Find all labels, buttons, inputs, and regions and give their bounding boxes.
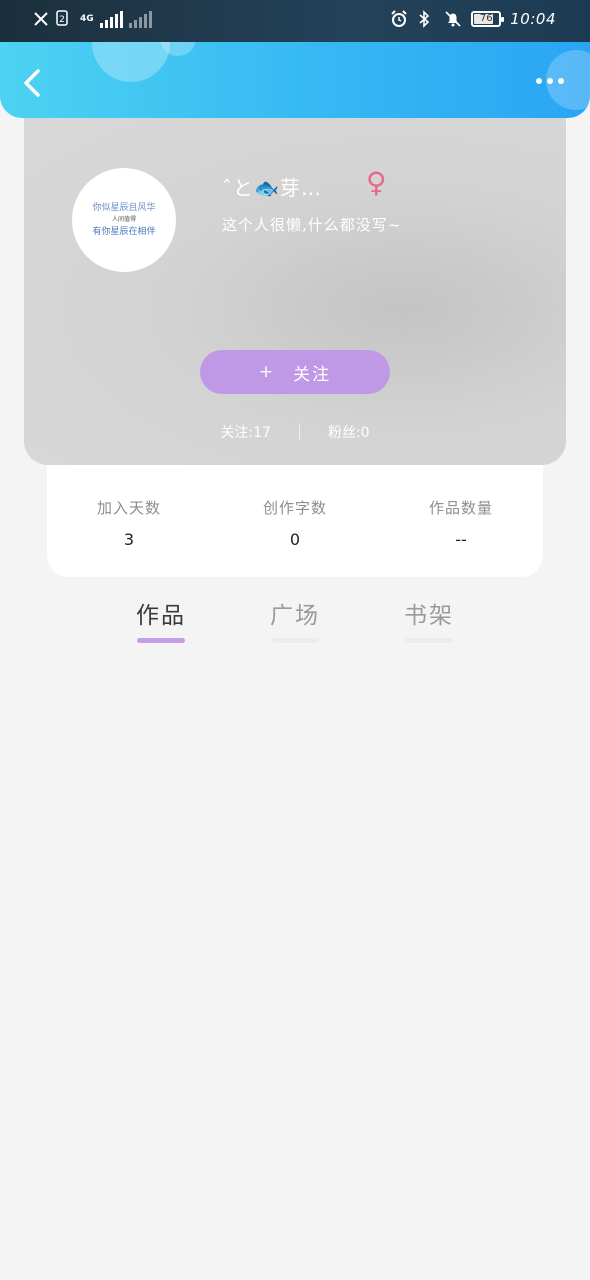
tab-works[interactable]: 作品 (94, 596, 228, 646)
tab-bookshelf[interactable]: 书架 (362, 596, 496, 646)
status-bar: 2 4G 76 10:04 (0, 0, 590, 42)
bluetooth-icon (417, 10, 435, 28)
fans-count[interactable]: 粉丝:0 (328, 422, 370, 442)
alarm-icon (390, 10, 408, 28)
more-options-button[interactable] (536, 78, 564, 84)
stat-works-count: 作品数量 -- (411, 465, 511, 577)
sim-2-icon: 2 (56, 10, 74, 28)
stat-value: -- (455, 530, 467, 549)
follow-button-label: 关注 (293, 364, 332, 385)
follow-counts: 关注:17 粉丝:0 (24, 420, 566, 444)
battery-icon: 76 (471, 11, 505, 27)
tab-label: 书架 (404, 603, 454, 629)
tab-label: 广场 (270, 603, 320, 629)
network-type: 4G (80, 13, 94, 24)
follow-button[interactable]: + 关注 (200, 350, 390, 394)
signal-strength-icon (99, 10, 123, 28)
tab-square[interactable]: 广场 (228, 596, 362, 646)
no-sim-icon (32, 10, 50, 28)
female-gender-icon: ♀ (366, 166, 387, 199)
stat-join-days: 加入天数 3 (79, 465, 179, 577)
divider (298, 423, 300, 441)
decorative-bubble (92, 42, 170, 82)
following-count[interactable]: 关注:17 (220, 422, 271, 442)
battery-level: 76 (479, 13, 493, 24)
stat-label: 创作字数 (262, 499, 327, 517)
profile-tabs: 作品 广场 书架 (94, 596, 496, 646)
more-dots-icon (536, 78, 542, 84)
avatar-text-line: 人间值得 (111, 216, 136, 223)
status-bar-left: 2 4G (32, 10, 152, 28)
user-bio: 这个人很懒,什么都没写~ (222, 216, 402, 234)
tab-indicator (271, 638, 319, 643)
stat-label: 作品数量 (428, 499, 493, 517)
stat-value: 0 (289, 530, 301, 549)
username: ˆと🐟芽… (222, 176, 322, 200)
stat-label: 加入天数 (96, 499, 161, 517)
back-button[interactable] (18, 68, 48, 98)
tab-label: 作品 (136, 603, 186, 629)
svg-text:2: 2 (59, 15, 65, 25)
content-area (0, 660, 590, 1280)
avatar-text-line: 有你星辰在相伴 (92, 227, 156, 237)
tab-indicator (405, 638, 453, 643)
stats-card: 加入天数 3 创作字数 0 作品数量 -- (47, 465, 543, 577)
stat-word-count: 创作字数 0 (245, 465, 345, 577)
status-bar-right: 76 10:04 (390, 10, 556, 28)
app-header (0, 42, 590, 118)
avatar[interactable]: 你似星辰且风华 人间值得 有你星辰在相伴 (72, 168, 176, 272)
avatar-text-line: 你似星辰且风华 (92, 203, 156, 213)
profile-card: 你似星辰且风华 人间值得 有你星辰在相伴 ˆと🐟芽… ♀ 这个人很懒,什么都没写… (24, 118, 566, 465)
tab-active-indicator (137, 638, 185, 643)
status-time: 10:04 (510, 10, 556, 28)
chevron-left-icon (24, 69, 40, 97)
stat-value: 3 (123, 530, 135, 549)
mute-bell-icon (444, 10, 462, 28)
plus-icon: + (258, 362, 276, 382)
signal-strength-2-icon (128, 10, 152, 28)
